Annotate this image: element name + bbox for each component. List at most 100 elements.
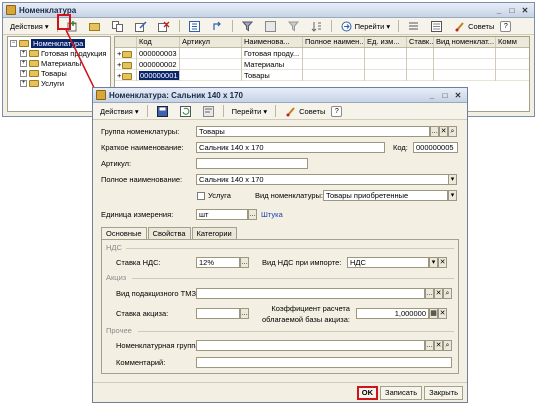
empty-cell (407, 70, 434, 81)
minimize-button[interactable]: _ (426, 90, 438, 101)
filter-button[interactable] (237, 20, 258, 33)
excise-kind-field[interactable] (196, 288, 425, 299)
filter-off-button[interactable] (283, 20, 304, 33)
short-name-field[interactable]: Сальник 140 х 170 (196, 142, 385, 153)
close-form-button[interactable]: Закрыть (424, 385, 463, 400)
goto-menu[interactable]: Перейти ▾ (228, 105, 271, 118)
close-button[interactable]: ✕ (519, 5, 531, 16)
clear-x-icon[interactable]: ✕ (438, 257, 447, 268)
empty-cell (434, 59, 496, 70)
tree-item[interactable]: + Товары (10, 68, 108, 78)
copy-button[interactable] (108, 20, 129, 33)
service-checkbox[interactable] (197, 192, 205, 200)
help-button[interactable]: ? (500, 20, 512, 32)
advice-button[interactable]: Советы (449, 20, 498, 33)
nomenclature-type-field[interactable]: Товары приобретенные (323, 190, 448, 201)
catalog-title-bar: Номенклатура _ □ ✕ (3, 3, 534, 18)
dropdown-arrow-icon[interactable]: ▾ (448, 190, 457, 201)
structure-button[interactable] (198, 105, 219, 118)
select-button[interactable]: … (240, 308, 249, 319)
full-name-field[interactable]: Сальник 140 х 170 (196, 174, 449, 185)
select-button[interactable]: … (425, 288, 434, 299)
column-header[interactable]: Полное наимен... (303, 37, 365, 47)
excise-rate-field[interactable] (196, 308, 240, 319)
save-icon-button[interactable] (152, 105, 173, 118)
maximize-button[interactable]: □ (506, 5, 518, 16)
column-header[interactable]: Комм (496, 37, 526, 47)
article-cell (180, 59, 242, 70)
short-name-label: Краткое наименование: (101, 143, 184, 152)
clear-x-icon[interactable]: ✕ (439, 126, 448, 137)
expand-icon[interactable]: + (20, 59, 27, 67)
tree-item-label: Услуги (41, 78, 65, 88)
output-list-button[interactable] (426, 20, 447, 33)
clear-x-icon[interactable]: ✕ (434, 288, 443, 299)
import-vat-field[interactable]: НДС (347, 257, 429, 268)
tree-item[interactable]: + Готовая продукция (10, 48, 108, 58)
empty-cell (365, 59, 407, 70)
group-field[interactable]: Товары (196, 126, 430, 137)
add-folder-button[interactable] (85, 20, 106, 33)
clear-x-icon[interactable]: ✕ (434, 340, 443, 351)
maximize-button[interactable]: □ (439, 90, 451, 101)
clear-x-icon[interactable]: ✕ (438, 308, 447, 319)
search-icon[interactable]: ⌕ (448, 126, 457, 137)
tab-categories[interactable]: Категории (191, 227, 237, 239)
minimize-button[interactable]: _ (493, 5, 505, 16)
list-settings-button[interactable] (403, 20, 424, 33)
select-button[interactable]: … (248, 209, 257, 220)
collapse-icon[interactable]: − (10, 39, 17, 47)
code-field[interactable]: 000000005 (413, 142, 458, 153)
edit-button[interactable] (131, 20, 152, 33)
coef-field[interactable]: 1,000000 (356, 308, 429, 319)
table-row[interactable]: + 000000001 Товары (115, 70, 529, 81)
advice-label: Советы (468, 21, 495, 31)
empty-cell (434, 48, 496, 59)
advice-button[interactable]: Советы (280, 105, 329, 118)
tree-item[interactable]: − Номенклатура (10, 38, 108, 48)
column-header[interactable]: Вид номенклат... (434, 37, 496, 47)
actions-menu[interactable]: Действия ▾ (96, 105, 143, 118)
tab-properties[interactable]: Свойства (147, 227, 191, 239)
close-button[interactable]: ✕ (452, 90, 464, 101)
expand-icon[interactable]: + (20, 49, 27, 57)
comment-field[interactable] (196, 357, 452, 368)
unit-full-name-link[interactable]: Штука (261, 209, 283, 220)
nomenclature-group-field[interactable] (196, 340, 425, 351)
tree-item[interactable]: + Материалы (10, 58, 108, 68)
delete-button[interactable] (154, 20, 175, 33)
column-header[interactable]: Ставк... (407, 37, 434, 47)
select-button[interactable]: … (430, 126, 439, 137)
column-header[interactable]: Артикул (180, 37, 242, 47)
structure-icon (202, 105, 215, 118)
hierarchy-button[interactable] (184, 20, 205, 33)
article-field[interactable] (196, 158, 308, 169)
help-button[interactable]: ? (331, 105, 343, 117)
vat-rate-field[interactable]: 12% (196, 257, 240, 268)
dropdown-arrow-icon[interactable]: ▾ (448, 174, 457, 185)
calculator-icon[interactable]: ▦ (429, 308, 438, 319)
select-button[interactable]: … (240, 257, 249, 268)
search-icon[interactable]: ⌕ (443, 288, 452, 299)
save-button[interactable]: Записать (380, 385, 423, 400)
unit-field[interactable]: шт (196, 209, 248, 220)
level-up-button[interactable] (207, 20, 228, 33)
column-header[interactable]: Код (137, 37, 180, 47)
table-row[interactable]: + 000000003 Готовая проду... (115, 48, 529, 59)
expand-icon[interactable]: + (20, 69, 27, 77)
search-icon[interactable]: ⌕ (443, 340, 452, 351)
select-button[interactable]: … (425, 340, 434, 351)
filter-value-button[interactable] (260, 20, 281, 33)
dropdown-arrow-icon[interactable]: ▾ (429, 257, 438, 268)
column-header[interactable]: Ед. изм... (365, 37, 407, 47)
column-header[interactable]: Наименова... (242, 37, 303, 47)
code-cell-text: 000000001 (139, 71, 179, 80)
sort-button[interactable] (306, 20, 327, 33)
ok-button[interactable]: OK (356, 385, 379, 400)
expand-icon[interactable]: + (20, 79, 27, 87)
goto-menu[interactable]: Перейти ▾ (336, 20, 394, 33)
table-row[interactable]: + 000000002 Материалы (115, 59, 529, 70)
refresh-button[interactable] (175, 105, 196, 118)
section-excise: Акциз (106, 273, 127, 282)
actions-menu[interactable]: Действия ▾ (6, 20, 53, 33)
